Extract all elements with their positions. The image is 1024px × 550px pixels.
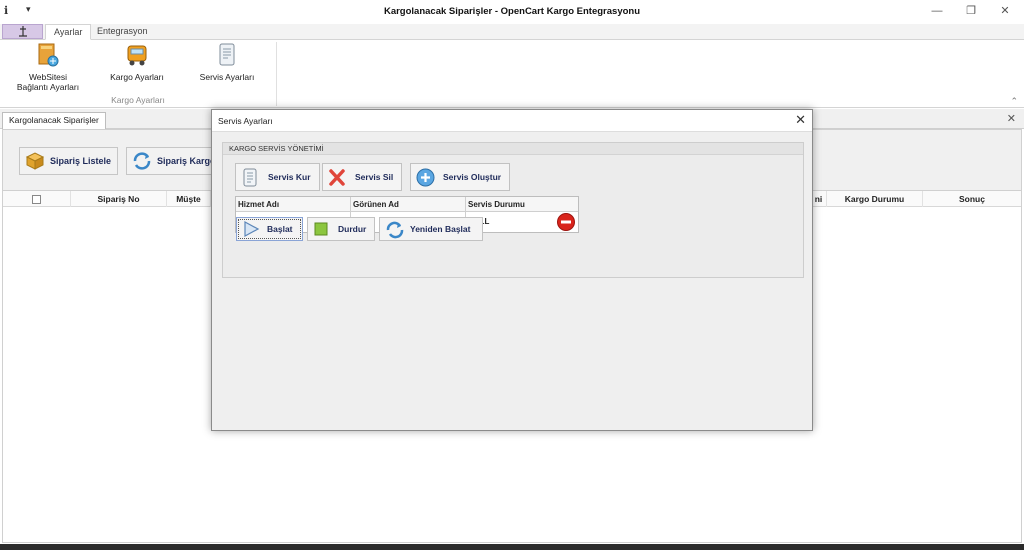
install-service-button[interactable]: Servis Kur [235,163,320,191]
delete-service-label: Servis Sil [355,172,394,182]
tab-kargolanacak-siparisler[interactable]: Kargolanacak Siparişler [2,112,106,129]
box-cart-icon [25,152,45,170]
title-bar: ℹ ▾ Kargolanacak Siparişler - OpenCart K… [0,0,1024,24]
restore-button[interactable]: ❐ [956,2,986,20]
restart-service-button[interactable]: Yeniden Başlat [379,217,483,241]
taskbar-strip [0,544,1024,550]
cargo-settings-button[interactable]: Kargo Ayarları [106,42,168,82]
stop-service-button[interactable]: Durdur [307,217,375,241]
column-partial[interactable]: ni [811,191,827,207]
header-service-status: Servis Durumu [466,197,578,212]
start-service-button[interactable]: Başlat [236,217,303,241]
restart-arrows-icon [386,221,404,239]
header-display-name: Görünen Ad [351,197,466,212]
column-customer[interactable]: Müşte [167,191,211,207]
document-icon [243,168,257,187]
order-list-label: Sipariş Listele [50,156,112,166]
cargo-settings-label: Kargo Ayarları [110,72,164,82]
website-settings-icon [38,43,59,67]
order-cargo-label: Sipariş Kargo [157,156,214,166]
dialog-close-icon[interactable]: ✕ [795,112,806,128]
tab-ayarlar[interactable]: Ayarlar [45,24,92,40]
ribbon-group-label: Kargo Ayarları [111,95,165,105]
close-document-icon[interactable]: ✕ [1007,112,1016,125]
column-cargo-status[interactable]: Kargo Durumu [827,191,923,207]
play-icon [244,221,260,237]
install-service-label: Servis Kur [268,172,311,182]
app-menu-icon [18,26,27,37]
service-settings-dialog: Servis Ayarları ✕ KARGO SERVİS YÖNETİMİ … [211,109,813,431]
cargo-truck-icon [127,45,147,66]
order-cargo-button[interactable]: Sipariş Kargo [126,147,214,175]
delete-x-icon [329,169,345,186]
minimize-button[interactable]: — [922,2,952,20]
create-service-button[interactable]: Servis Oluştur [410,163,511,191]
ribbon-panel: WebSitesi Bağlantı Ayarları Kargo Ayarla… [0,40,1024,108]
stop-service-label: Durdur [338,224,367,234]
column-order-no[interactable]: Sipariş No [71,191,167,207]
stop-square-icon [314,222,328,236]
collapse-ribbon-icon[interactable]: ⌃ [1010,96,1018,107]
ribbon-group-separator [276,42,277,106]
dialog-title-bar: Servis Ayarları ✕ [212,110,812,132]
refresh-arrows-icon [133,152,151,170]
add-circle-icon [416,168,435,187]
website-settings-label-2: Bağlantı Ayarları [16,82,80,92]
start-service-label: Başlat [267,224,293,234]
status-stopped-icon [557,213,575,231]
select-all-checkbox[interactable] [32,195,41,205]
order-list-button[interactable]: Sipariş Listele [19,147,119,175]
service-settings-button[interactable]: Servis Ayarları [196,42,258,82]
header-service-name: Hizmet Adı [236,197,351,212]
dialog-title: Servis Ayarları [218,116,273,126]
cargo-service-management-group: KARGO SERVİS YÖNETİMİ Servis Kur Servis … [222,142,804,278]
close-button[interactable]: ✕ [990,2,1020,20]
service-document-icon [219,43,235,66]
ribbon-tab-strip: Ayarlar Entegrasyon [0,24,1024,40]
website-settings-label-1: WebSitesi [28,72,68,82]
restart-service-label: Yeniden Başlat [410,224,471,234]
application-menu-button[interactable] [2,24,43,39]
window-title: Kargolanacak Siparişler - OpenCart Kargo… [383,6,641,17]
website-settings-button[interactable]: WebSitesi Bağlantı Ayarları [10,42,86,92]
create-service-label: Servis Oluştur [443,172,502,182]
column-result[interactable]: Sonuç [923,191,1021,207]
select-all-header [3,191,71,207]
service-settings-label: Servis Ayarları [199,72,255,82]
tab-entegrasyon[interactable]: Entegrasyon [89,24,156,40]
group-caption: KARGO SERVİS YÖNETİMİ [223,143,803,155]
delete-service-button[interactable]: Servis Sil [322,163,403,191]
